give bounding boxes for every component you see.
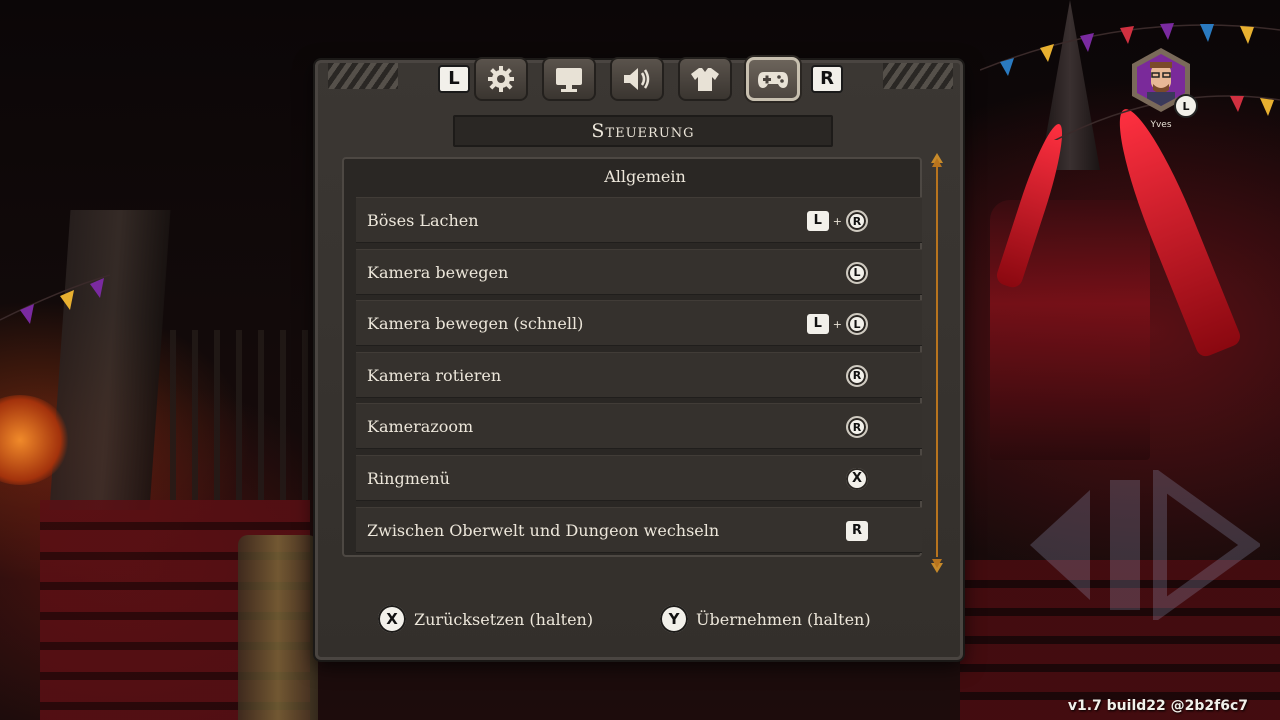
scrollbar[interactable]	[929, 153, 945, 573]
binding-row[interactable]: Kamera bewegen (schnell) L + L	[356, 300, 922, 347]
page-title: Steuerung	[591, 120, 695, 142]
binding-label: Ringmenü	[367, 468, 450, 488]
watermark-logo	[1030, 470, 1260, 620]
apply-action[interactable]: Y Übernehmen (halten)	[660, 601, 871, 637]
shoulder-button-icon: R	[846, 520, 868, 541]
settings-tab-bar: L R	[328, 57, 953, 105]
player-badge[interactable]: L Yves	[1130, 48, 1198, 138]
analog-stick-icon: R	[846, 416, 868, 439]
analog-stick-icon: L	[846, 261, 868, 284]
monitor-icon	[556, 68, 582, 92]
section-title: Allgemein	[604, 167, 686, 186]
analog-stick-icon: R	[846, 364, 868, 387]
hazard-stripes-right	[883, 63, 953, 89]
plus-sign: +	[832, 214, 842, 228]
y-button-icon: Y	[660, 605, 688, 633]
reset-action[interactable]: X Zurücksetzen (halten)	[378, 601, 593, 637]
binding-keys[interactable]: R	[846, 520, 868, 542]
binding-row[interactable]: Ringmenü X	[356, 454, 922, 501]
binding-keys[interactable]: L + L	[806, 313, 868, 336]
binding-row[interactable]: Kamerazoom R	[356, 403, 922, 450]
gamepad-icon	[758, 72, 788, 88]
footer-actions: X Zurücksetzen (halten) Y Übernehmen (ha…	[378, 601, 918, 637]
binding-label: Kamera rotieren	[367, 365, 502, 385]
player-stick-hint: L	[1174, 94, 1198, 118]
face-button-icon: X	[846, 467, 868, 490]
shirt-icon	[691, 68, 719, 91]
tab-controls[interactable]	[746, 57, 800, 101]
tab-audio[interactable]	[610, 57, 664, 101]
binding-row[interactable]: Zwischen Oberwelt und Dungeon wechseln R	[356, 506, 922, 553]
prev-tab-hint[interactable]: L	[438, 65, 470, 93]
analog-stick-icon: L	[846, 313, 868, 336]
background-gate	[170, 330, 310, 500]
analog-stick-icon: R	[846, 210, 868, 232]
shoulder-button-icon: L	[806, 314, 829, 335]
binding-keys[interactable]: X	[846, 467, 868, 490]
binding-keys[interactable]: L + R	[806, 210, 868, 232]
binding-row[interactable]: Böses Lachen L + R	[356, 197, 922, 243]
binding-label: Zwischen Oberwelt und Dungeon wechseln	[367, 520, 720, 540]
binding-label: Kamerazoom	[367, 417, 474, 437]
binding-row[interactable]: Kamera rotieren R	[356, 351, 922, 398]
scroll-down-arrow-icon[interactable]	[929, 557, 945, 573]
binding-label: Kamera bewegen	[367, 262, 509, 282]
binding-keys[interactable]: L	[846, 261, 868, 284]
background-pillar	[49, 210, 171, 510]
page-title-bar: Steuerung	[453, 115, 833, 147]
binding-row[interactable]: Kamera bewegen L	[356, 248, 922, 295]
reset-label: Zurücksetzen (halten)	[414, 609, 594, 629]
x-button-icon: X	[378, 605, 406, 633]
next-tab-hint[interactable]: R	[811, 65, 843, 93]
binding-keys[interactable]: R	[846, 364, 868, 387]
binding-label: Böses Lachen	[367, 211, 479, 230]
background-bunting-left	[0, 274, 110, 324]
shoulder-button-icon: L	[806, 211, 829, 231]
speaker-icon	[624, 68, 650, 90]
binding-keys[interactable]: R	[846, 416, 868, 439]
hazard-stripes-left	[328, 63, 398, 89]
player-name: Yves	[1150, 120, 1172, 130]
bindings-list: Böses Lachen L + R Kamera bewegen L Kamera bew…	[356, 197, 922, 558]
binding-label: Kamera bewegen (schnell)	[367, 314, 584, 334]
tab-general[interactable]	[474, 57, 528, 101]
background-pipe	[238, 535, 318, 720]
apply-label: Übernehmen (halten)	[696, 609, 871, 629]
gear-icon	[488, 66, 514, 92]
scroll-track[interactable]	[936, 167, 938, 557]
tab-appearance[interactable]	[678, 57, 732, 101]
plus-sign: +	[832, 317, 842, 331]
version-label: v1.7 build22 @2b2f6c7	[1067, 698, 1248, 714]
tab-display[interactable]	[542, 57, 596, 101]
settings-panel: L R Steuerung Allgemein Böses Lachen L +…	[315, 57, 963, 660]
